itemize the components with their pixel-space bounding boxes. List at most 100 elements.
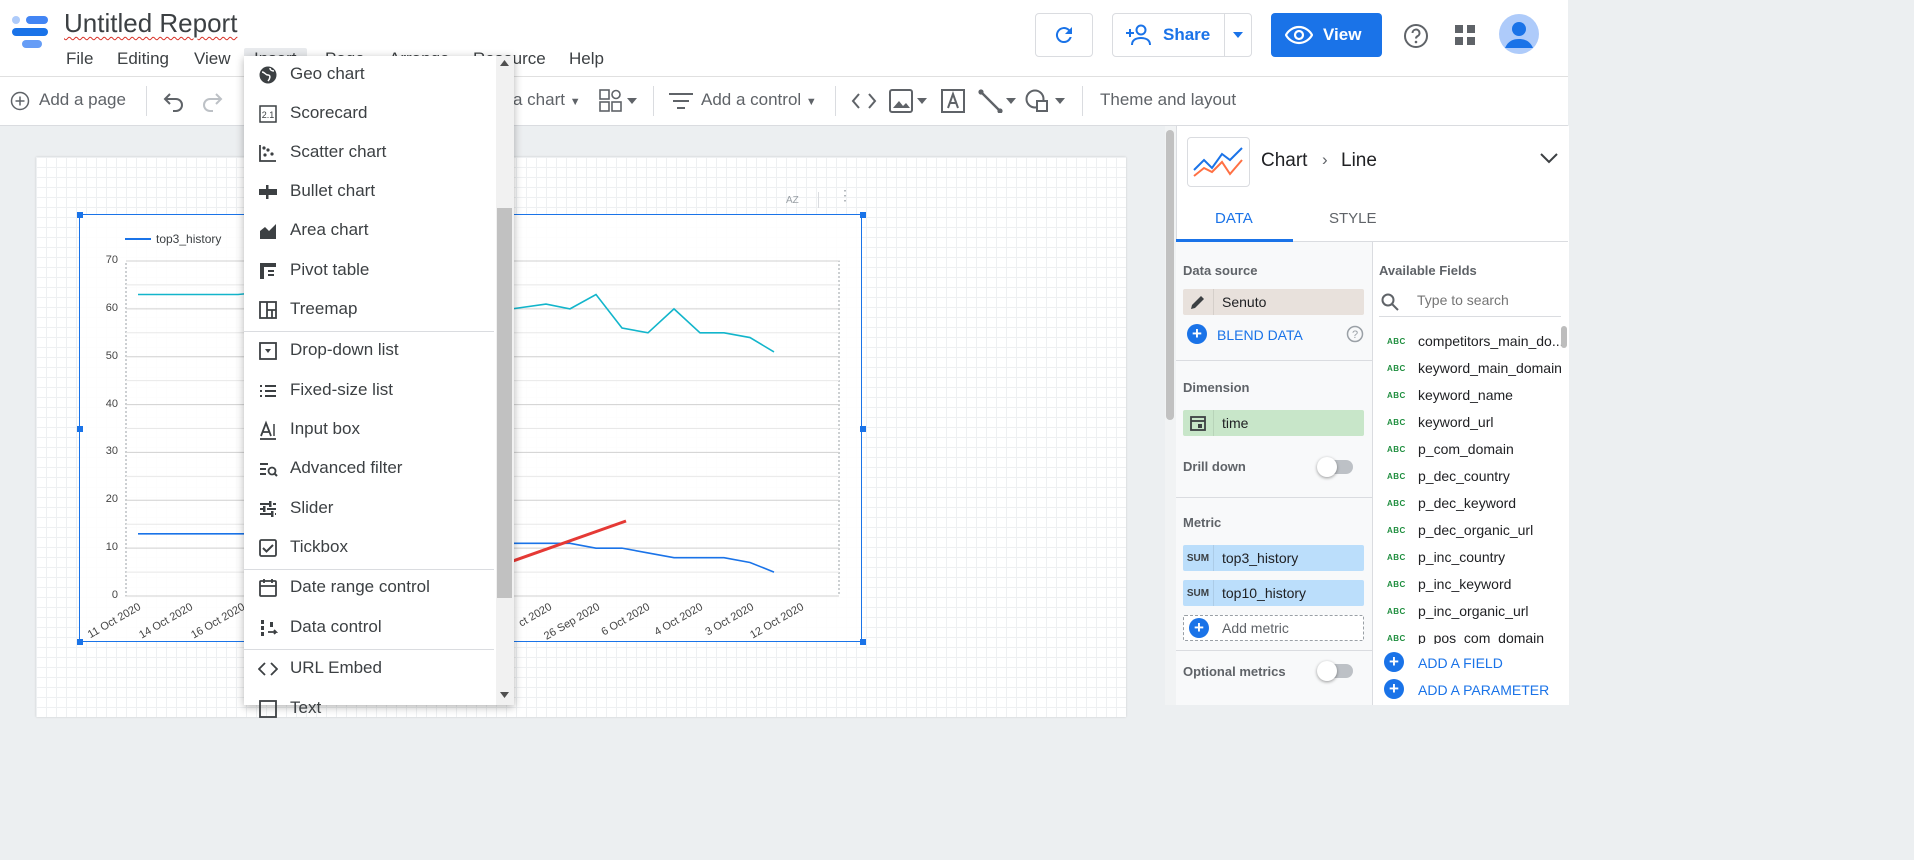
menu-item-url-embed[interactable]: URL Embed (244, 650, 494, 686)
share-button[interactable]: Share (1112, 13, 1252, 57)
menu-item-advanced-filter[interactable]: Advanced filter (244, 450, 494, 486)
menu-item-tickbox[interactable]: Tickbox (244, 529, 494, 565)
chart-type-thumbnail[interactable] (1187, 137, 1250, 187)
field-type-badge: ABC (1387, 607, 1406, 616)
add-parameter-button[interactable]: ADD A PARAMETER (1418, 682, 1549, 698)
available-field[interactable]: keyword_main_domain (1418, 360, 1562, 376)
add-control-button[interactable]: Add a control ▼ (701, 90, 817, 110)
refresh-icon (1055, 27, 1072, 44)
dimension-name: time (1222, 415, 1249, 431)
metric-chip-top3[interactable]: SUM top3_history (1183, 545, 1364, 571)
aggregation-badge[interactable]: SUM (1183, 580, 1214, 606)
add-field-button[interactable]: ADD A FIELD (1418, 655, 1503, 671)
menu-item-fixed-size-list[interactable]: Fixed-size list (244, 372, 494, 408)
more-options-icon[interactable]: ⋮ (838, 188, 852, 202)
data-studio-logo[interactable] (12, 16, 50, 52)
add-field-plus-icon[interactable]: + (1384, 652, 1404, 672)
help-circle-icon[interactable]: ? (1346, 325, 1364, 343)
menu-scrollbar-thumb[interactable] (497, 208, 512, 598)
scroll-up-icon[interactable] (500, 60, 509, 66)
tab-style[interactable]: STYLE (1329, 210, 1377, 227)
canvas-scrollbar-thumb[interactable] (1166, 130, 1174, 420)
menu-item-label: Area chart (290, 220, 369, 239)
available-field[interactable]: p_com_domain (1418, 441, 1514, 457)
menu-item-label: Data control (290, 617, 382, 636)
menu-item-text[interactable]: Text (244, 690, 494, 726)
field-search-input[interactable] (1415, 291, 1559, 309)
menu-help[interactable]: Help (569, 48, 604, 70)
community-viz-icon[interactable] (599, 89, 639, 113)
add-page-button[interactable]: Add a page (39, 90, 126, 110)
view-button[interactable]: View (1271, 13, 1382, 57)
drill-down-toggle[interactable] (1317, 457, 1353, 477)
available-field[interactable]: p_dec_keyword (1418, 495, 1516, 511)
field-search[interactable] (1379, 288, 1561, 317)
optional-metrics-toggle[interactable] (1317, 661, 1353, 681)
tab-data[interactable]: DATA (1215, 210, 1253, 227)
available-field[interactable]: p_inc_keyword (1418, 576, 1511, 592)
y-tick-label: 30 (105, 445, 118, 458)
menu-item-label: Text (290, 698, 322, 717)
text-box-icon[interactable] (941, 89, 965, 113)
toolbar-divider (835, 86, 836, 116)
menu-item-treemap[interactable]: Treemap (244, 291, 494, 327)
menu-item-bullet-chart[interactable]: Bullet chart (244, 173, 494, 209)
dimension-chip[interactable]: time (1183, 410, 1364, 436)
bullet-icon (259, 185, 277, 199)
menu-view[interactable]: View (194, 48, 231, 70)
menu-item-scatter-chart[interactable]: Scatter chart (244, 134, 494, 170)
available-field[interactable]: p_inc_country (1418, 549, 1505, 565)
data-source-chip[interactable]: Senuto (1183, 289, 1364, 315)
redo-icon[interactable] (200, 89, 224, 113)
available-field[interactable]: keyword_name (1418, 387, 1513, 403)
help-icon[interactable] (1403, 23, 1429, 49)
menu-item-date-range-control[interactable]: Date range control (244, 569, 494, 605)
calendar-icon (259, 579, 277, 597)
share-dropdown[interactable] (1224, 14, 1251, 56)
edit-pencil-icon[interactable] (1183, 289, 1214, 315)
menu-item-scorecard[interactable]: 2.1 Scorecard (244, 95, 494, 131)
fields-scrollbar-thumb[interactable] (1561, 326, 1567, 348)
add-chart-button[interactable]: a chart ▼ (513, 90, 581, 110)
menu-item-geo-chart[interactable]: Geo chart (244, 56, 494, 92)
theme-layout-button[interactable]: Theme and layout (1100, 90, 1236, 110)
add-chart-label: a chart (513, 90, 565, 109)
report-title[interactable]: Untitled Report (64, 8, 237, 39)
line-shape-icon[interactable] (978, 89, 1018, 113)
undo-icon[interactable] (162, 89, 186, 113)
breadcrumb-chart[interactable]: Chart (1261, 150, 1307, 172)
blend-data-button[interactable]: BLEND DATA (1217, 327, 1303, 343)
available-field[interactable]: p_pos_com_domain (1418, 630, 1544, 644)
add-metric-button[interactable]: + Add metric (1183, 615, 1364, 641)
blend-plus-icon[interactable]: + (1187, 324, 1207, 344)
add-parameter-plus-icon[interactable]: + (1384, 679, 1404, 699)
breadcrumb-line: Line (1341, 150, 1377, 171)
menu-item-area-chart[interactable]: Area chart (244, 212, 494, 248)
menu-editing[interactable]: Editing (117, 48, 169, 70)
aggregation-badge[interactable]: SUM (1183, 545, 1214, 571)
scroll-down-icon[interactable] (500, 692, 509, 698)
menu-file[interactable]: File (66, 48, 93, 70)
available-field[interactable]: p_dec_organic_url (1418, 522, 1533, 538)
metric-chip-top10[interactable]: SUM top10_history (1183, 580, 1364, 606)
menu-item-slider[interactable]: Slider (244, 490, 494, 526)
sort-badge[interactable]: AZ (786, 195, 799, 206)
menu-item-drop-down-list[interactable]: Drop-down list (244, 332, 494, 368)
available-field[interactable]: p_inc_organic_url (1418, 603, 1529, 619)
available-field[interactable]: keyword_url (1418, 414, 1493, 430)
available-field[interactable]: competitors_main_do... (1418, 333, 1564, 349)
refresh-button[interactable] (1035, 13, 1093, 57)
menu-item-label: Slider (290, 498, 334, 517)
chevron-down-icon[interactable] (1540, 153, 1558, 164)
menu-item-label: Fixed-size list (290, 380, 393, 399)
code-embed-icon[interactable] (851, 90, 877, 112)
image-icon[interactable] (889, 89, 929, 113)
shape-icon[interactable] (1025, 89, 1067, 113)
available-field[interactable]: p_dec_country (1418, 468, 1510, 484)
field-type-badge: ABC (1387, 526, 1406, 535)
apps-grid-icon[interactable] (1455, 25, 1475, 45)
user-avatar[interactable] (1499, 14, 1539, 54)
menu-item-input-box[interactable]: Input box (244, 411, 494, 447)
menu-item-pivot-table[interactable]: Pivot table (244, 252, 494, 288)
menu-item-data-control[interactable]: Data control (244, 609, 494, 645)
